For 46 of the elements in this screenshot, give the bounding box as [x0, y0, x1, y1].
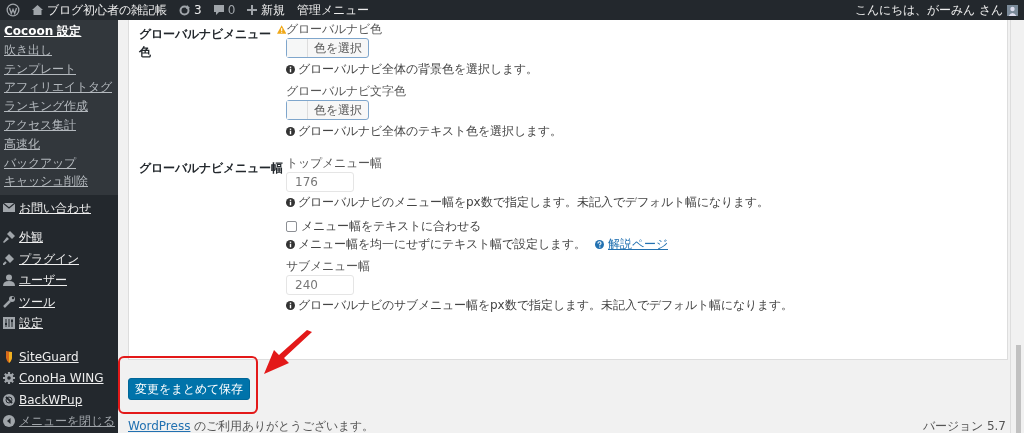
help-text: メニュー幅を均一にせずにテキスト幅で設定します。 [298, 237, 586, 252]
menu-item[interactable]: プラグイン [0, 248, 118, 270]
submenu-item[interactable]: 吹き出し [0, 40, 118, 60]
checkbox-label: メニュー幅をテキストに合わせる [301, 218, 481, 235]
input-field[interactable]: 240 [286, 275, 354, 295]
submenu-item[interactable]: アクセス集計 [0, 116, 118, 135]
comments-count[interactable]: 0 [227, 1, 236, 19]
version-text: バージョン 5.7 [923, 419, 1006, 433]
submenu-item[interactable]: テンプレート [0, 59, 118, 79]
help-text: グローバルナビ全体のテキスト色を選択します。 [298, 124, 562, 139]
color-picker-button[interactable]: 色を選択 [286, 100, 369, 120]
field-label: グローバルナビ文字色 [286, 84, 407, 99]
submenu-item[interactable]: バックアップ [0, 153, 118, 173]
help-text: グローバルナビ全体の背景色を選択します。 [298, 62, 538, 77]
submenu-item[interactable]: キャッシュ削除 [0, 172, 118, 192]
menu-item[interactable]: BackWPup [0, 389, 118, 411]
menu-item[interactable]: お問い合わせ [0, 197, 118, 219]
wordpress-link[interactable]: WordPress [128, 419, 191, 433]
help-page-link[interactable]: 解説ページ [595, 237, 668, 252]
submenu-item[interactable]: 高速化 [0, 134, 118, 154]
site-name-link[interactable]: ブログ初心者の雑記帳 [47, 1, 167, 19]
submenu-item[interactable]: ランキング作成 [0, 97, 118, 116]
color-picker-button[interactable]: 色を選択 [286, 38, 369, 58]
field-label: サブメニュー幅 [286, 259, 371, 274]
field-label: トップメニュー幅 [286, 156, 383, 171]
menu-item[interactable]: ユーザー [0, 269, 118, 292]
updates-count[interactable]: 3 [194, 1, 202, 19]
menu-item[interactable]: ConoHa WING [0, 367, 118, 390]
setting-label: グローバルナビメニュー幅 [139, 160, 283, 177]
input-field[interactable]: 176 [286, 172, 354, 192]
menu-item[interactable]: 外観 [0, 226, 118, 249]
submenu-item[interactable]: アフィリエイトタグ [0, 78, 118, 98]
submenu-item[interactable]: Cocoon 設定 [0, 22, 118, 41]
menu-item[interactable]: 設定 [0, 312, 118, 335]
save-button[interactable]: 変更をまとめて保存 [128, 378, 250, 400]
field-label: グローバルナビ色 [286, 22, 383, 37]
greeting-link[interactable]: こんにちは、がーみん さん [855, 1, 1003, 19]
setting-label: グローバルナビメニュー色 [139, 26, 272, 61]
footer-text: WordPress のご利用ありがとうございます。 [128, 419, 375, 433]
new-link[interactable]: 新規 [261, 1, 286, 19]
menu-item[interactable]: SiteGuard [0, 346, 118, 368]
collapse-menu-button[interactable]: メニューを閉じる [0, 410, 118, 433]
help-text: グローバルナビのメニュー幅をpx数で指定します。未記入でデフォルト幅になります。 [298, 195, 769, 210]
admin-menu-link[interactable]: 管理メニュー [297, 1, 370, 19]
menu-item[interactable]: ツール [0, 291, 118, 313]
help-text: グローバルナビのサブメニュー幅をpx数で指定します。未記入でデフォルト幅になります。 [298, 298, 793, 313]
